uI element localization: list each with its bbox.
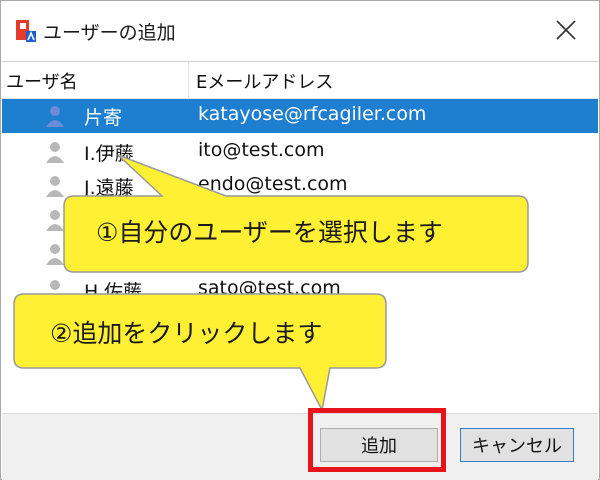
person-icon	[46, 244, 64, 265]
add-button-highlight	[308, 408, 446, 472]
stage: ユーザーの追加 ユーザ名 Eメールアドレス 片寄 katayose@rfcagi…	[0, 0, 600, 480]
user-email: katayose@rfcagiler.com	[198, 103, 427, 125]
column-email[interactable]: Eメールアドレス	[196, 68, 333, 94]
app-logo-icon	[16, 20, 36, 42]
list-item[interactable]: 片寄 katayose@rfcagiler.com	[2, 99, 598, 133]
user-name: J.遠藤	[84, 177, 134, 199]
list-item[interactable]: I.伊藤 ito@test.com	[2, 135, 598, 169]
user-name: I.伊藤	[84, 143, 134, 165]
person-icon	[46, 210, 64, 231]
title-bar: ユーザーの追加	[1, 1, 599, 61]
person-icon	[46, 176, 64, 197]
dialog-title: ユーザーの追加	[43, 22, 176, 44]
close-icon[interactable]	[553, 17, 579, 43]
column-divider[interactable]	[188, 62, 189, 98]
column-user-name[interactable]: ユーザ名	[6, 68, 78, 94]
user-email: ito@test.com	[198, 139, 325, 161]
user-email: sato@test.com	[198, 277, 341, 299]
user-name: H.佐藤	[84, 281, 142, 303]
list-item[interactable]: J.遠藤 endo@test.com	[2, 169, 598, 203]
cancel-button[interactable]: キャンセル	[460, 428, 574, 462]
callout-select-user: ①自分のユーザーを選択します	[96, 218, 443, 247]
list-item[interactable]: H.佐藤 sato@test.com	[2, 273, 598, 307]
person-icon	[46, 280, 64, 301]
dialog-footer: 追加 キャンセル	[2, 413, 598, 480]
person-icon	[46, 106, 64, 127]
column-header: ユーザ名 Eメールアドレス	[2, 62, 598, 99]
callout-click-add: ②追加をクリックします	[50, 319, 323, 348]
user-email: endo@test.com	[198, 173, 348, 195]
user-name: 片寄	[84, 107, 123, 129]
person-icon	[46, 142, 64, 163]
